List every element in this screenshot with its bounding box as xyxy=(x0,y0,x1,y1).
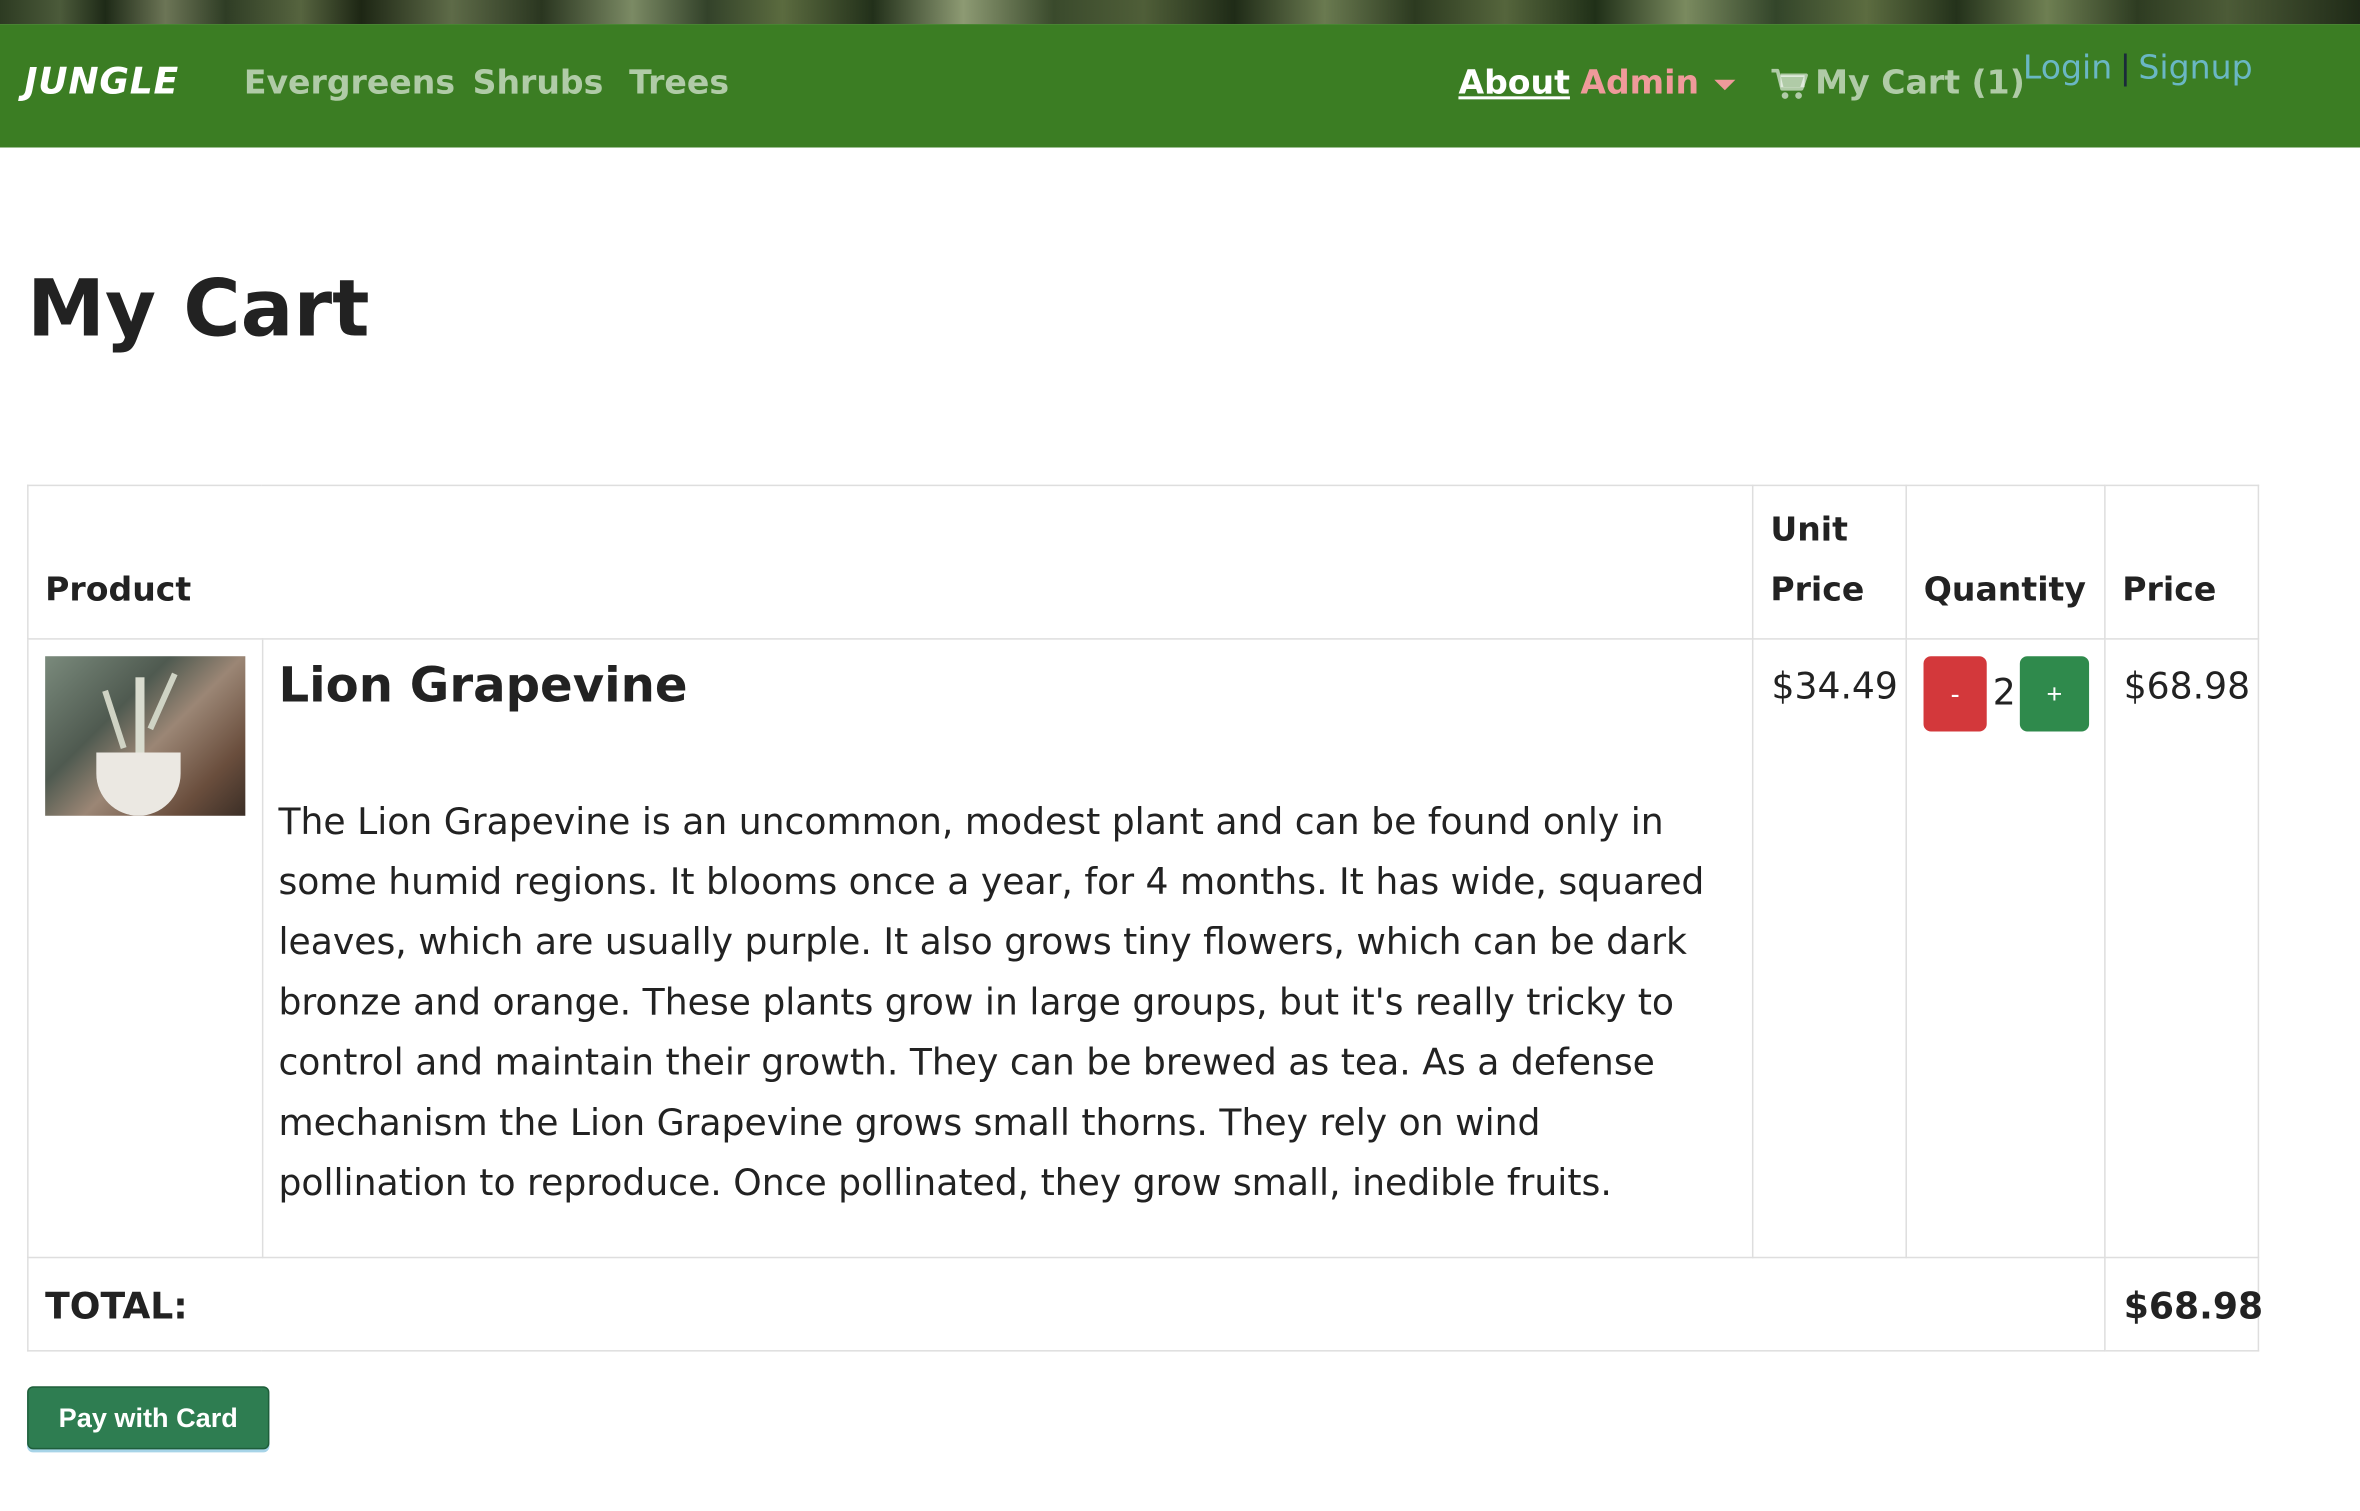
page-title: My Cart xyxy=(27,264,370,356)
my-cart-label: My Cart (1) xyxy=(1815,64,2025,103)
top-navbar: JUNGLE Evergreens Shrubs Trees About Adm… xyxy=(0,24,2360,148)
header-unit-price-line1: Unit xyxy=(1770,511,1848,550)
admin-dropdown[interactable]: Admin xyxy=(1580,65,1699,103)
header-unit-price-line2: Price xyxy=(1770,571,1865,610)
increase-quantity-button[interactable]: + xyxy=(2019,656,2090,732)
product-image[interactable] xyxy=(45,656,246,816)
signup-link[interactable]: Signup xyxy=(2138,50,2252,88)
cart-icon xyxy=(1771,68,1808,99)
login-link[interactable]: Login xyxy=(2023,50,2112,88)
my-cart-link[interactable]: My Cart (1) xyxy=(1770,64,2025,103)
total-label: TOTAL: xyxy=(45,1285,188,1328)
auth-links: Login | Signup xyxy=(2023,50,2253,88)
unit-price-value: $34.49 xyxy=(1771,665,1898,708)
total-row xyxy=(27,1256,2260,1352)
total-label-cell xyxy=(27,1256,2106,1352)
brand-logo[interactable]: JUNGLE xyxy=(24,60,179,102)
forest-banner-image xyxy=(0,0,2360,25)
price-value: $68.98 xyxy=(2123,665,2251,708)
product-name: Lion Grapevine xyxy=(278,656,688,714)
header-product: Product xyxy=(45,571,192,610)
table-header-row: Product Unit Price Quantity Price xyxy=(27,484,2260,640)
header-unit-price-cell: Unit Price xyxy=(1752,484,1908,640)
header-quantity: Quantity xyxy=(1923,571,2086,610)
header-price: Price xyxy=(2122,571,2217,610)
nav-link-shrubs[interactable]: Shrubs xyxy=(473,65,604,103)
header-quantity-cell: Quantity xyxy=(1905,484,2106,640)
price-cell xyxy=(2104,638,2260,1259)
nav-link-evergreens[interactable]: Evergreens xyxy=(244,65,455,103)
header-price-cell: Price xyxy=(2104,484,2260,640)
header-product-cell: Product xyxy=(27,484,1754,640)
nav-link-trees[interactable]: Trees xyxy=(629,65,729,103)
product-description: The Lion Grapevine is an uncommon, modes… xyxy=(278,800,1705,1205)
unit-price-cell xyxy=(1752,638,1908,1259)
page: JUNGLE Evergreens Shrubs Trees About Adm… xyxy=(0,0,2360,1511)
auth-separator: | xyxy=(2119,49,2131,88)
quantity-cell xyxy=(1905,638,2106,1259)
pay-with-card-button[interactable]: Pay with Card xyxy=(27,1386,270,1450)
total-value: $68.98 xyxy=(2123,1285,2264,1328)
chevron-down-icon[interactable] xyxy=(1714,79,1736,91)
quantity-value: 2 xyxy=(1992,671,2016,714)
nav-link-about[interactable]: About xyxy=(1458,65,1569,103)
decrease-quantity-button[interactable]: - xyxy=(1923,656,1987,732)
